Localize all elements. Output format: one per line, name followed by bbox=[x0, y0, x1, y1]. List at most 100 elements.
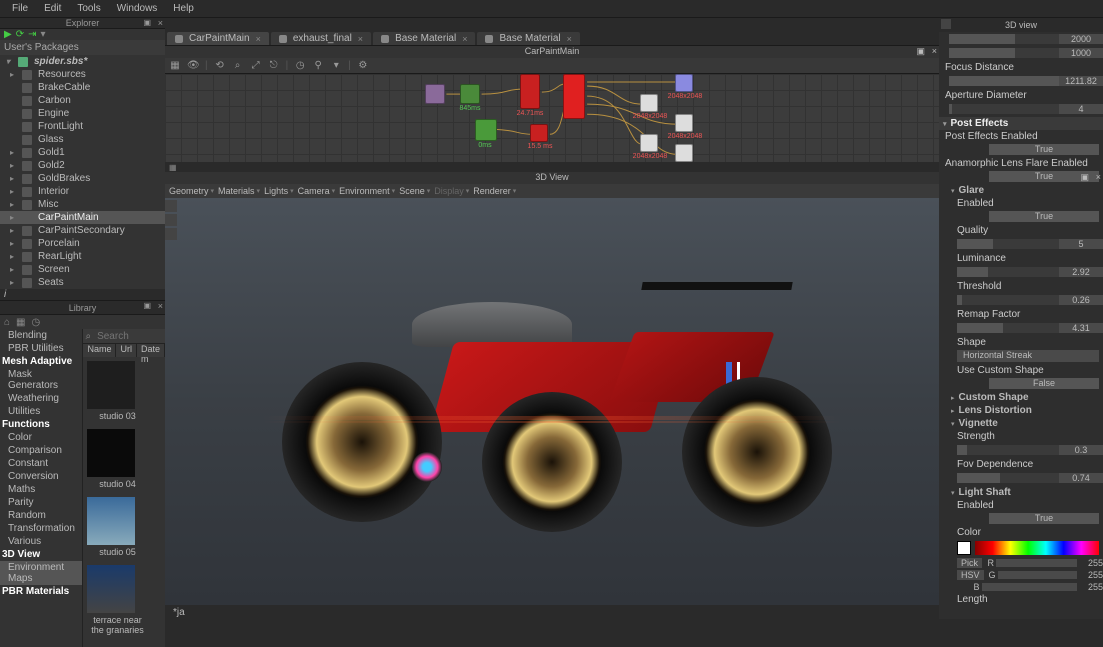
tree-item-goldbrakes[interactable]: ▸GoldBrakes bbox=[0, 172, 165, 185]
tree-item-rearlight[interactable]: ▸RearLight bbox=[0, 250, 165, 263]
lib-cat-constant[interactable]: Constant bbox=[0, 457, 82, 470]
menu-tools[interactable]: Tools bbox=[69, 3, 108, 14]
prop-slider[interactable] bbox=[949, 48, 1059, 58]
channel-b-value[interactable]: 255 bbox=[1079, 582, 1103, 592]
panel-undock-icon[interactable]: ▣ bbox=[143, 301, 151, 310]
clock-icon[interactable]: ◷ bbox=[294, 60, 306, 72]
graph-node[interactable] bbox=[675, 144, 693, 162]
panel-close-icon[interactable]: × bbox=[158, 301, 163, 311]
col-name[interactable]: Name bbox=[83, 344, 116, 357]
lib-cat-pbr-utilities[interactable]: PBR Utilities bbox=[0, 342, 82, 355]
lib-cat-mesh-adaptive[interactable]: Mesh Adaptive bbox=[0, 355, 82, 368]
glare-remap factor-value[interactable]: 4.31 bbox=[1059, 323, 1103, 333]
tab-carpaintmain[interactable]: CarPaintMain× bbox=[167, 32, 269, 45]
home-icon[interactable]: ⌂ bbox=[4, 317, 10, 328]
channel-r-value[interactable]: 255 bbox=[1079, 558, 1103, 568]
graph-node[interactable] bbox=[675, 114, 693, 132]
col-date[interactable]: Date m bbox=[137, 344, 165, 357]
lib-cat-transformation[interactable]: Transformation bbox=[0, 522, 82, 535]
panel-close-icon[interactable]: × bbox=[932, 46, 937, 56]
glare-remap factor-slider[interactable] bbox=[957, 323, 1059, 333]
prop-slider[interactable] bbox=[949, 76, 1059, 86]
view-tool-1[interactable] bbox=[165, 200, 177, 212]
zoom-icon[interactable]: ⟲ bbox=[214, 60, 226, 72]
lib-cat-random[interactable]: Random bbox=[0, 509, 82, 522]
expand-icon[interactable]: ⤢ bbox=[250, 60, 262, 72]
view3d-menu-geometry[interactable]: Geometry bbox=[169, 186, 216, 196]
glare-shape-select[interactable]: Horizontal Streak bbox=[957, 350, 1099, 362]
view3d-menu-lights[interactable]: Lights bbox=[264, 186, 296, 196]
menu-file[interactable]: File bbox=[4, 3, 36, 14]
tree-item-carpaintmain[interactable]: ▸CarPaintMain bbox=[0, 211, 165, 224]
prop-value[interactable]: 1000 bbox=[1059, 48, 1103, 58]
prop-value[interactable]: 1211.82 bbox=[1059, 76, 1103, 86]
channel-r-slider[interactable] bbox=[996, 559, 1077, 567]
close-icon[interactable]: × bbox=[358, 34, 363, 44]
tree-item-seats[interactable]: ▸Seats bbox=[0, 276, 165, 289]
link-icon[interactable]: ⎋ bbox=[268, 60, 280, 72]
glare-use custom shape-toggle[interactable]: False bbox=[989, 378, 1099, 389]
graph-node[interactable] bbox=[563, 74, 585, 119]
vignette-value[interactable]: 0.74 bbox=[1059, 473, 1103, 483]
section-light-shaft[interactable]: Light Shaft bbox=[939, 486, 1103, 499]
panel-tab-icon[interactable] bbox=[941, 19, 951, 29]
view3d-menu-environment[interactable]: Environment bbox=[339, 186, 397, 196]
lib-cat-parity[interactable]: Parity bbox=[0, 496, 82, 509]
lib-cat-various[interactable]: Various bbox=[0, 535, 82, 548]
tab-exhaust_final[interactable]: exhaust_final× bbox=[271, 32, 371, 45]
glare-luminance-slider[interactable] bbox=[957, 267, 1059, 277]
graph-node[interactable] bbox=[475, 119, 497, 141]
close-icon[interactable]: × bbox=[256, 34, 261, 44]
tree-item-glass[interactable]: Glass bbox=[0, 133, 165, 146]
lib-cat-3d-view[interactable]: 3D View bbox=[0, 548, 82, 561]
menu-help[interactable]: Help bbox=[165, 3, 202, 14]
lib-cat-color[interactable]: Color bbox=[0, 431, 82, 444]
command-input[interactable]: *ja bbox=[165, 605, 939, 619]
lib-cat-mask-generators[interactable]: Mask Generators bbox=[0, 368, 82, 392]
view3d-menu-camera[interactable]: Camera bbox=[298, 186, 338, 196]
lib-cat-utilities[interactable]: Utilities bbox=[0, 405, 82, 418]
tree-item-gold2[interactable]: ▸Gold2 bbox=[0, 159, 165, 172]
gear-icon[interactable]: ⚙ bbox=[357, 60, 369, 72]
tree-item-screen[interactable]: ▸Screen bbox=[0, 263, 165, 276]
close-icon[interactable]: × bbox=[567, 34, 572, 44]
vignette-value[interactable]: 0.3 bbox=[1059, 445, 1103, 455]
node-graph[interactable]: 845ms0ms24.71ms15.5 ms2048x20482048x2048… bbox=[165, 74, 939, 162]
panel-undock-icon[interactable]: ▣ bbox=[143, 18, 151, 27]
lib-cat-weathering[interactable]: Weathering bbox=[0, 392, 82, 405]
thumbnail[interactable]: studio 04 bbox=[87, 429, 147, 489]
channel-b-slider[interactable] bbox=[982, 583, 1077, 591]
lib-cat-environment-maps[interactable]: Environment Maps bbox=[0, 561, 82, 585]
view3d-menu-renderer[interactable]: Renderer bbox=[473, 186, 518, 196]
section-lens-distortion[interactable]: Lens Distortion bbox=[939, 404, 1103, 417]
lib-cat-functions[interactable]: Functions bbox=[0, 418, 82, 431]
pin-icon[interactable]: ⚲ bbox=[312, 60, 324, 72]
graph-node[interactable] bbox=[530, 124, 548, 142]
glare-threshold-slider[interactable] bbox=[957, 295, 1059, 305]
lib-cat-blending[interactable]: Blending bbox=[0, 329, 82, 342]
package-row[interactable]: ▾spider.sbs* bbox=[0, 55, 165, 68]
lib-cat-maths[interactable]: Maths bbox=[0, 483, 82, 496]
panel-undock-icon[interactable]: ▣ bbox=[1080, 172, 1089, 183]
viewport-3d[interactable] bbox=[165, 198, 939, 605]
tree-item-carpaintsecondary[interactable]: ▸CarPaintSecondary bbox=[0, 224, 165, 237]
thumbnail[interactable]: terrace near the granaries bbox=[87, 565, 147, 635]
tree-item-gold1[interactable]: ▸Gold1 bbox=[0, 146, 165, 159]
tab-base-material[interactable]: Base Material× bbox=[373, 32, 475, 45]
view3d-menu-materials[interactable]: Materials bbox=[218, 186, 262, 196]
vignette-slider[interactable] bbox=[957, 445, 1059, 455]
graph-node[interactable] bbox=[425, 84, 445, 104]
graph-node[interactable] bbox=[640, 94, 658, 112]
view3d-menu-display[interactable]: Display bbox=[434, 186, 471, 196]
vignette-slider[interactable] bbox=[957, 473, 1059, 483]
menu-edit[interactable]: Edit bbox=[36, 3, 69, 14]
glare-quality-slider[interactable] bbox=[957, 239, 1059, 249]
section-post-effects[interactable]: Post Effects bbox=[939, 117, 1103, 130]
tree-item-engine[interactable]: Engine bbox=[0, 107, 165, 120]
channel-g-slider[interactable] bbox=[998, 571, 1077, 579]
search-icon[interactable]: ⌕ bbox=[232, 60, 244, 72]
tab-base-material[interactable]: Base Material× bbox=[477, 32, 579, 45]
tree-item-porcelain[interactable]: ▸Porcelain bbox=[0, 237, 165, 250]
eye-icon[interactable]: 👁 bbox=[187, 60, 199, 72]
section-glare[interactable]: Glare bbox=[939, 184, 1103, 197]
